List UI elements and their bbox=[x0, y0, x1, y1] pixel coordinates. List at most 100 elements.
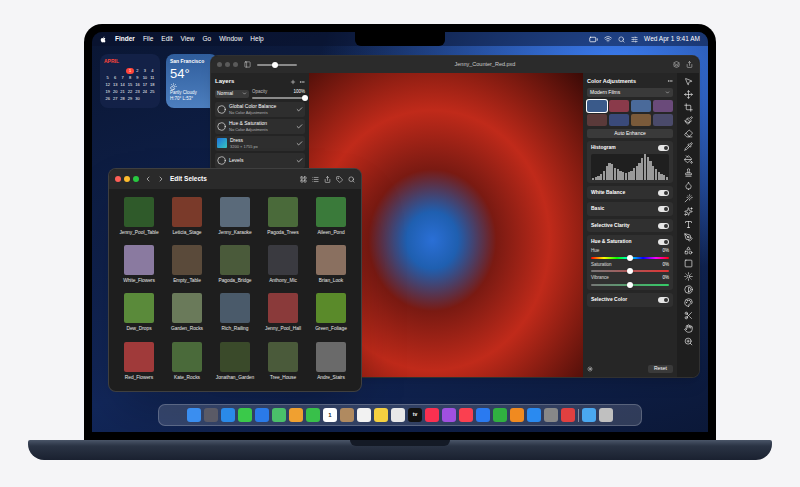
paintbrush-icon[interactable] bbox=[684, 116, 693, 125]
file-item[interactable]: Pagoda_Bridge bbox=[211, 245, 259, 284]
stamp-icon[interactable] bbox=[684, 168, 693, 177]
menu-item[interactable]: Go bbox=[203, 34, 212, 44]
sun-icon[interactable] bbox=[684, 272, 693, 281]
control-center-icon[interactable] bbox=[631, 36, 638, 43]
dock-app[interactable] bbox=[599, 408, 613, 422]
slider-knob[interactable] bbox=[272, 62, 278, 68]
file-item[interactable]: Green_Foliage bbox=[307, 293, 355, 332]
layer-row[interactable]: Dress3200 × 1755 px bbox=[215, 136, 305, 151]
preset-thumbnail[interactable] bbox=[631, 100, 651, 112]
battery-icon[interactable] bbox=[589, 35, 598, 44]
sparkles-icon[interactable] bbox=[684, 207, 693, 216]
file-item[interactable]: Aileen_Pond bbox=[307, 197, 355, 236]
menu-item[interactable]: File bbox=[143, 34, 153, 44]
search-icon[interactable] bbox=[618, 36, 625, 43]
scissors-icon[interactable] bbox=[684, 311, 693, 320]
eraser-icon[interactable] bbox=[684, 129, 693, 138]
preset-thumbnail[interactable] bbox=[609, 100, 629, 112]
share-icon[interactable] bbox=[324, 176, 331, 183]
dock-app[interactable] bbox=[374, 408, 388, 422]
file-item[interactable]: Garden_Rocks bbox=[163, 293, 211, 332]
wifi-icon[interactable] bbox=[604, 35, 612, 43]
file-item[interactable]: Tree_House bbox=[259, 342, 307, 381]
slider-reading[interactable]: 0% bbox=[662, 275, 669, 282]
more-icon[interactable] bbox=[299, 79, 305, 85]
file-item[interactable]: White_Flowers bbox=[115, 245, 163, 284]
slider[interactable] bbox=[252, 97, 305, 99]
dock-app[interactable] bbox=[255, 408, 269, 422]
slider-reading[interactable]: 0% bbox=[662, 262, 669, 269]
dock-app[interactable]: 1 bbox=[323, 408, 337, 422]
dock-app[interactable] bbox=[476, 408, 490, 422]
slider-knob[interactable] bbox=[627, 282, 633, 288]
type-icon[interactable] bbox=[684, 220, 693, 229]
forward-icon[interactable] bbox=[157, 175, 165, 183]
blend-mode-select[interactable]: Normal bbox=[215, 90, 249, 98]
tag-icon[interactable] bbox=[336, 176, 343, 183]
dock-app[interactable] bbox=[425, 408, 439, 422]
toggle[interactable] bbox=[658, 223, 669, 229]
rectangle-icon[interactable] bbox=[684, 259, 693, 268]
toggle[interactable] bbox=[658, 297, 669, 303]
dock-app[interactable] bbox=[289, 408, 303, 422]
file-item[interactable]: Brian_Look bbox=[307, 245, 355, 284]
dock-app[interactable] bbox=[204, 408, 218, 422]
file-item[interactable]: Red_Flowers bbox=[115, 342, 163, 381]
dock-app[interactable] bbox=[221, 408, 235, 422]
layer-row[interactable]: Global Color BalanceNo Color Adjustments bbox=[215, 102, 305, 117]
move-icon[interactable] bbox=[684, 90, 693, 99]
file-item[interactable]: Dew_Drops bbox=[115, 293, 163, 332]
menu-item[interactable]: Edit bbox=[161, 34, 172, 44]
back-icon[interactable] bbox=[144, 175, 152, 183]
layer-row[interactable]: Levels bbox=[215, 153, 305, 168]
hand-icon[interactable] bbox=[684, 324, 693, 333]
dock-app[interactable] bbox=[561, 408, 575, 422]
file-item[interactable]: Empty_Table bbox=[163, 245, 211, 284]
share-icon[interactable] bbox=[686, 61, 693, 68]
layer-checkbox[interactable] bbox=[296, 106, 303, 113]
menu-item[interactable]: Window bbox=[219, 34, 242, 44]
dock-app[interactable] bbox=[527, 408, 541, 422]
zoom-button[interactable] bbox=[233, 62, 238, 67]
search-icon[interactable] bbox=[348, 176, 355, 183]
preset-thumbnail[interactable] bbox=[587, 114, 607, 126]
dock-app[interactable] bbox=[544, 408, 558, 422]
preset-group-select[interactable]: Modern Films bbox=[587, 88, 673, 97]
file-item[interactable]: Jenny_Pool_Hall bbox=[259, 293, 307, 332]
more-icon[interactable] bbox=[667, 78, 673, 84]
slider[interactable] bbox=[591, 257, 669, 259]
grid-view-icon[interactable] bbox=[300, 176, 307, 183]
preset-thumbnail[interactable] bbox=[653, 100, 673, 112]
dock-app[interactable] bbox=[493, 408, 507, 422]
menu-item[interactable]: View bbox=[181, 34, 195, 44]
toggle[interactable] bbox=[658, 239, 669, 245]
slider-knob[interactable] bbox=[302, 95, 308, 101]
pen-icon[interactable] bbox=[684, 233, 693, 242]
close-button[interactable] bbox=[115, 176, 121, 182]
paint-bucket-icon[interactable] bbox=[684, 155, 693, 164]
file-item[interactable]: Andre_Stairs bbox=[307, 342, 355, 381]
toggle[interactable] bbox=[658, 206, 669, 212]
compare-icon[interactable] bbox=[587, 366, 593, 372]
layer-row[interactable]: Hue & SaturationNo Color Adjustments bbox=[215, 119, 305, 134]
minimize-button[interactable] bbox=[124, 176, 130, 182]
toggle[interactable] bbox=[658, 190, 669, 196]
menu-clock[interactable]: Wed Apr 1 9:41 AM bbox=[644, 34, 700, 44]
dock-app[interactable] bbox=[272, 408, 286, 422]
preset-thumbnail[interactable] bbox=[631, 114, 651, 126]
sidebar-icon[interactable] bbox=[244, 61, 251, 68]
slider-knob[interactable] bbox=[627, 268, 633, 274]
zoom-button[interactable] bbox=[133, 176, 139, 182]
layer-checkbox[interactable] bbox=[296, 140, 303, 147]
dock-app[interactable] bbox=[357, 408, 371, 422]
preset-thumbnail[interactable] bbox=[587, 100, 607, 112]
file-item[interactable]: Rich_Railing bbox=[211, 293, 259, 332]
menu-item[interactable]: Finder bbox=[115, 34, 135, 44]
file-item[interactable]: Kate_Rocks bbox=[163, 342, 211, 381]
dock-app[interactable] bbox=[582, 408, 596, 422]
dock-app[interactable] bbox=[340, 408, 354, 422]
layers-icon[interactable] bbox=[673, 61, 680, 68]
wand-icon[interactable] bbox=[684, 194, 693, 203]
zoom-icon[interactable] bbox=[684, 337, 693, 346]
dock-app[interactable] bbox=[306, 408, 320, 422]
